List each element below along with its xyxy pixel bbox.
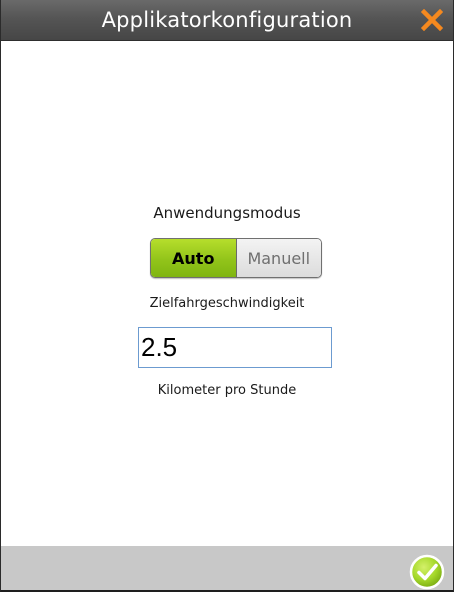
footer-bar: [1, 546, 453, 590]
application-mode-label: Anwendungsmodus: [153, 204, 301, 222]
application-mode-toggle[interactable]: Auto Manuell: [150, 238, 322, 278]
title-bar: Applikatorkonfiguration: [1, 0, 453, 41]
target-speed-label: Zielfahrgeschwindigkeit: [149, 296, 305, 311]
confirm-button[interactable]: [409, 554, 445, 590]
window-title: Applikatorkonfiguration: [101, 8, 353, 32]
configuration-window: Applikatorkonfiguration Anwendungsmodus …: [0, 0, 454, 592]
close-button[interactable]: [420, 8, 444, 32]
speed-unit-label: Kilometer pro Stunde: [157, 383, 297, 398]
mode-option-auto[interactable]: Auto: [151, 239, 237, 277]
target-speed-input[interactable]: [138, 327, 332, 368]
close-icon: [420, 8, 444, 32]
mode-option-manual[interactable]: Manuell: [236, 239, 321, 277]
checkmark-circle-icon: [409, 554, 445, 590]
